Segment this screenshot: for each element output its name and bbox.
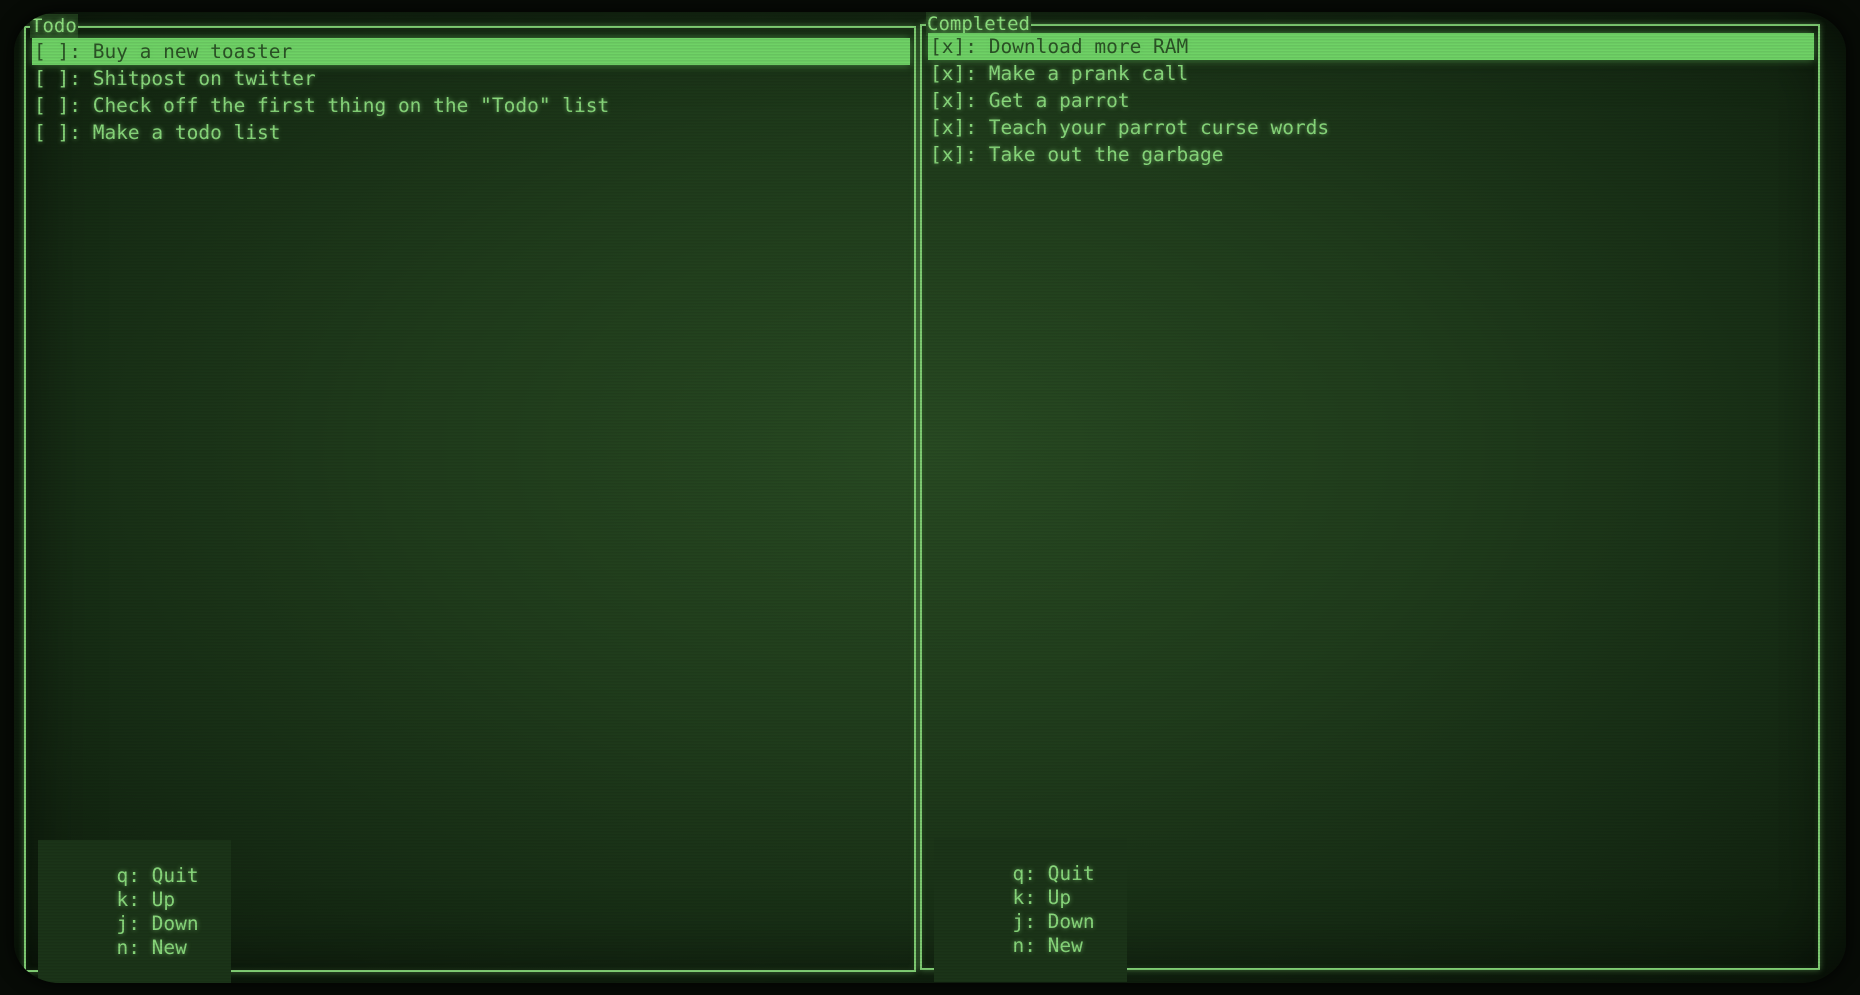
todo-pane: Todo [ ]: Buy a new toaster [ ]: Shitpos… <box>24 14 916 983</box>
completed-item[interactable]: [x]: Download more RAM <box>928 33 1814 60</box>
completed-item[interactable]: [x]: Take out the garbage <box>928 141 1814 168</box>
todo-item[interactable]: [ ]: Buy a new toaster <box>32 38 910 65</box>
completed-item[interactable]: [x]: Teach your parrot curse words <box>928 114 1814 141</box>
todo-item[interactable]: [ ]: Make a todo list <box>32 119 910 146</box>
completed-list: [x]: Download more RAM [x]: Make a prank… <box>928 33 1814 168</box>
down-keybinding: j: Down <box>1012 910 1095 933</box>
quit-keybinding: q: Quit <box>116 864 199 887</box>
completed-item[interactable]: [x]: Make a prank call <box>928 60 1814 87</box>
completed-item[interactable]: [x]: Get a parrot <box>928 87 1814 114</box>
new-keybinding: n: New <box>1012 934 1083 957</box>
up-keybinding: k: Up <box>116 888 176 911</box>
todo-item[interactable]: [ ]: Check off the first thing on the "T… <box>32 92 910 119</box>
todo-pane-title: Todo <box>30 14 78 38</box>
completed-pane: Completed [x]: Download more RAM [x]: Ma… <box>920 12 1820 982</box>
new-keybinding: n: New <box>116 936 187 959</box>
completed-keybindings-footer: q: Quit k: Up j: Down n: New <box>934 838 1127 982</box>
crt-screen: Todo [ ]: Buy a new toaster [ ]: Shitpos… <box>14 12 1846 983</box>
todo-item[interactable]: [ ]: Shitpost on twitter <box>32 65 910 92</box>
up-keybinding: k: Up <box>1012 886 1072 909</box>
todo-keybindings-footer: q: Quit k: Up j: Down n: New <box>38 840 231 983</box>
todo-list: [ ]: Buy a new toaster [ ]: Shitpost on … <box>32 38 910 146</box>
quit-keybinding: q: Quit <box>1012 862 1095 885</box>
down-keybinding: j: Down <box>116 912 199 935</box>
